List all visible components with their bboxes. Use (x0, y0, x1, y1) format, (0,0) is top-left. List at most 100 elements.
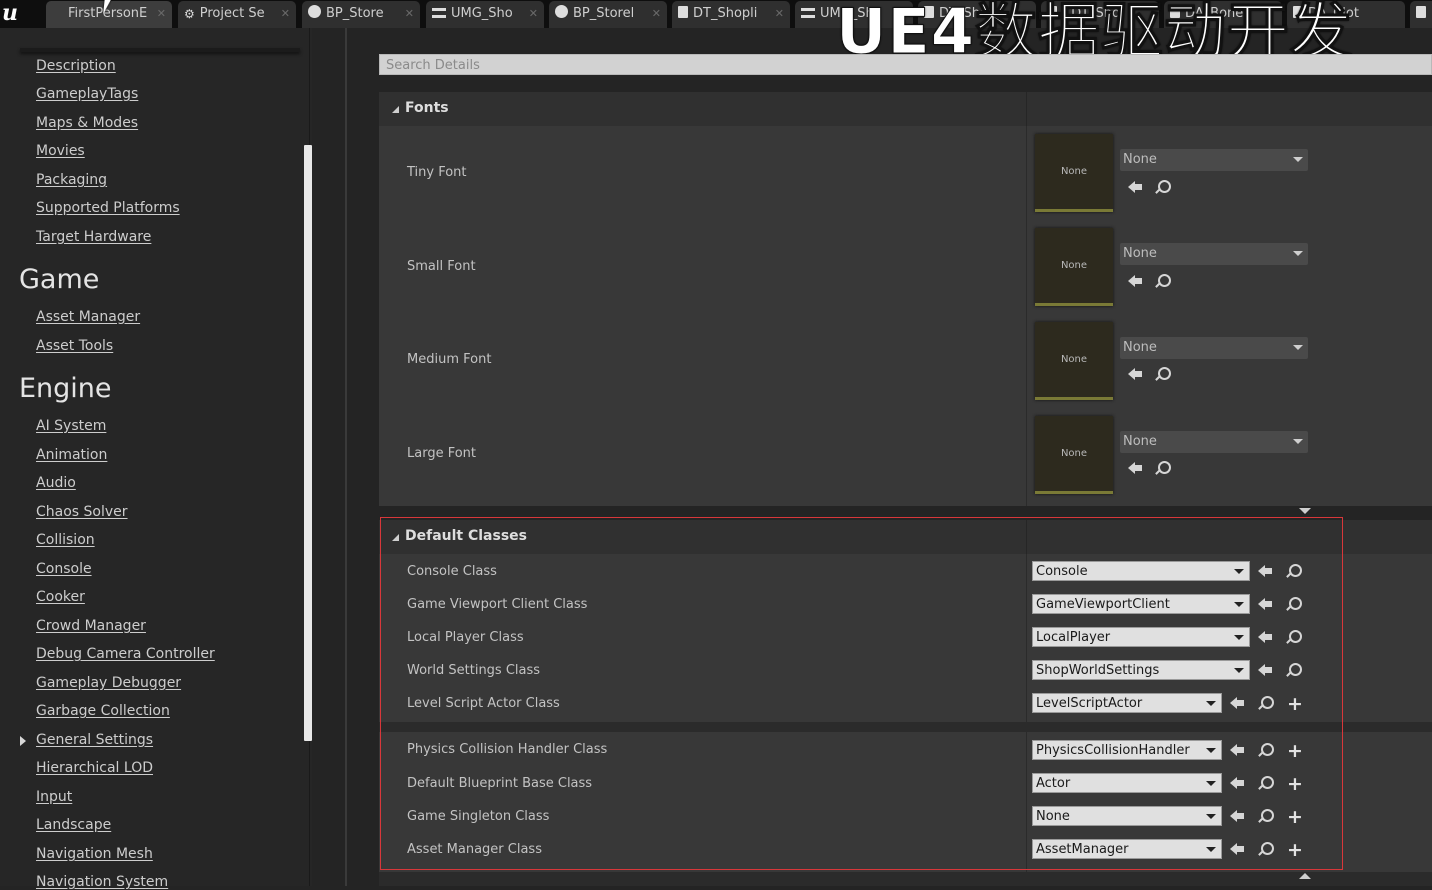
sidebar-item-description[interactable]: Description (36, 58, 116, 74)
sidebar-item-packaging[interactable]: Packaging (36, 172, 107, 188)
category-default-classes[interactable]: Default Classes (379, 520, 1432, 554)
close-icon[interactable]: ✕ (281, 1, 290, 27)
use-selected-arrow-icon[interactable] (1258, 598, 1273, 610)
new-class-plus-icon[interactable]: + (1287, 775, 1303, 794)
sidebar-item-audio[interactable]: Audio (36, 475, 76, 491)
class-picker-combo[interactable]: Console (1032, 561, 1250, 581)
sidebar-item-supported-platforms[interactable]: Supported Platforms (36, 200, 180, 216)
advanced-expand-icon[interactable] (1299, 508, 1311, 514)
browse-search-icon[interactable] (1261, 776, 1274, 789)
expand-arrow-icon[interactable] (20, 736, 26, 746)
tab-bp-store[interactable]: BP_Store ✕ (302, 1, 420, 28)
class-picker-combo[interactable]: AssetManager (1032, 839, 1222, 859)
sidebar-item-collision[interactable]: Collision (36, 532, 95, 548)
close-icon[interactable]: ✕ (405, 1, 414, 27)
sidebar-item-general-settings[interactable]: General Settings (36, 732, 153, 748)
sidebar-item-gameplay-debugger[interactable]: Gameplay Debugger (36, 675, 181, 691)
advanced-collapse-icon[interactable] (1299, 873, 1311, 879)
tab-dt-shoplist[interactable]: DT_Shopli ✕ (672, 1, 790, 28)
close-icon[interactable]: ✕ (157, 1, 166, 27)
class-picker-combo[interactable]: LocalPlayer (1032, 627, 1250, 647)
browse-search-icon[interactable] (1289, 597, 1302, 610)
sidebar-item-console[interactable]: Console (36, 561, 92, 577)
sidebar-item-animation[interactable]: Animation (36, 447, 107, 463)
use-selected-arrow-icon[interactable] (1230, 777, 1245, 789)
sidebar-item-crowd-manager[interactable]: Crowd Manager (36, 618, 146, 634)
column-splitter[interactable] (1026, 126, 1027, 506)
browse-search-icon[interactable] (1158, 367, 1171, 380)
sidebar-item-movies[interactable]: Movies (36, 143, 85, 159)
use-selected-arrow-icon[interactable] (1258, 565, 1273, 577)
asset-thumbnail[interactable]: None (1035, 228, 1113, 306)
sidebar-item-navigation-mesh[interactable]: Navigation Mesh (36, 846, 153, 862)
sidebar-item-target-hardware[interactable]: Target Hardware (36, 229, 151, 245)
font-asset-combo[interactable]: None (1120, 337, 1308, 359)
browse-search-icon[interactable] (1158, 274, 1171, 287)
asset-thumbnail[interactable]: None (1035, 416, 1113, 494)
use-selected-arrow-icon[interactable] (1128, 275, 1143, 287)
sidebar-item-landscape[interactable]: Landscape (36, 817, 111, 833)
new-class-plus-icon[interactable]: + (1287, 695, 1303, 714)
browse-search-icon[interactable] (1261, 696, 1274, 709)
new-class-plus-icon[interactable]: + (1287, 808, 1303, 827)
use-selected-arrow-icon[interactable] (1128, 368, 1143, 380)
tab-overflow[interactable] (1410, 1, 1432, 28)
tab-umg-shop[interactable]: UMG_Sho ✕ (426, 1, 544, 28)
tab-bp-storel[interactable]: BP_Storel ✕ (549, 1, 667, 28)
sidebar-item-cooker[interactable]: Cooker (36, 589, 85, 605)
class-picker-combo[interactable]: LevelScriptActor (1032, 693, 1222, 713)
class-picker-combo[interactable]: None (1032, 806, 1222, 826)
font-asset-combo[interactable]: None (1120, 431, 1308, 453)
close-icon[interactable]: ✕ (529, 1, 538, 27)
use-selected-arrow-icon[interactable] (1230, 810, 1245, 822)
class-picker-combo[interactable]: PhysicsCollisionHandler (1032, 740, 1222, 760)
sidebar-item-ai-system[interactable]: AI System (36, 418, 106, 434)
close-icon[interactable]: ✕ (652, 1, 661, 27)
class-picker-combo[interactable]: Actor (1032, 773, 1222, 793)
sidebar-item-asset-manager[interactable]: Asset Manager (36, 309, 140, 325)
browse-search-icon[interactable] (1158, 180, 1171, 193)
close-icon[interactable]: ✕ (775, 1, 784, 27)
new-class-plus-icon[interactable]: + (1287, 841, 1303, 860)
sidebar-item-navigation-system[interactable]: Navigation System (36, 874, 168, 890)
use-selected-arrow-icon[interactable] (1258, 664, 1273, 676)
sidebar-item-asset-tools[interactable]: Asset Tools (36, 338, 113, 354)
sidebar-scrollbar[interactable] (304, 145, 312, 741)
sidebar-item-gameplaytags[interactable]: GameplayTags (36, 86, 138, 102)
font-asset-combo[interactable]: None (1120, 149, 1308, 171)
category-fonts[interactable]: Fonts (379, 92, 1432, 126)
use-selected-arrow-icon[interactable] (1128, 462, 1143, 474)
browse-search-icon[interactable] (1261, 809, 1274, 822)
use-selected-arrow-icon[interactable] (1230, 744, 1245, 756)
browse-search-icon[interactable] (1289, 663, 1302, 676)
sidebar-item-hierarchical-lod[interactable]: Hierarchical LOD (36, 760, 153, 776)
use-selected-arrow-icon[interactable] (1258, 631, 1273, 643)
class-picker-combo[interactable]: GameViewportClient (1032, 594, 1250, 614)
browse-search-icon[interactable] (1261, 842, 1274, 855)
panel-divider[interactable] (345, 28, 347, 886)
browse-search-icon[interactable] (1289, 564, 1302, 577)
sidebar-item-debug-camera-controller[interactable]: Debug Camera Controller (36, 646, 215, 662)
collapse-arrow-icon[interactable] (392, 534, 399, 541)
sidebar-item-chaos-solver[interactable]: Chaos Solver (36, 504, 128, 520)
class-picker-combo[interactable]: ShopWorldSettings (1032, 660, 1250, 680)
search-details-input[interactable]: Search Details (379, 54, 1432, 75)
browse-search-icon[interactable] (1158, 461, 1171, 474)
use-selected-arrow-icon[interactable] (1230, 843, 1245, 855)
new-class-plus-icon[interactable]: + (1287, 742, 1303, 761)
collapse-arrow-icon[interactable] (392, 106, 399, 113)
browse-search-icon[interactable] (1261, 743, 1274, 756)
use-selected-arrow-icon[interactable] (1230, 697, 1245, 709)
sidebar-item-garbage-collection[interactable]: Garbage Collection (36, 703, 170, 719)
sidebar-item-maps-modes[interactable]: Maps & Modes (36, 115, 138, 131)
asset-thumbnail[interactable]: None (1035, 322, 1113, 400)
font-asset-combo[interactable]: None (1120, 243, 1308, 265)
unreal-logo-icon[interactable]: u (2, 0, 28, 28)
column-splitter[interactable] (1026, 732, 1027, 872)
use-selected-arrow-icon[interactable] (1128, 181, 1143, 193)
tab-project-settings[interactable]: ⚙ Project Se ✕ (178, 1, 296, 28)
sidebar-item-input[interactable]: Input (36, 789, 72, 805)
asset-thumbnail[interactable]: None (1035, 134, 1113, 212)
browse-search-icon[interactable] (1289, 630, 1302, 643)
column-splitter[interactable] (1026, 554, 1027, 722)
